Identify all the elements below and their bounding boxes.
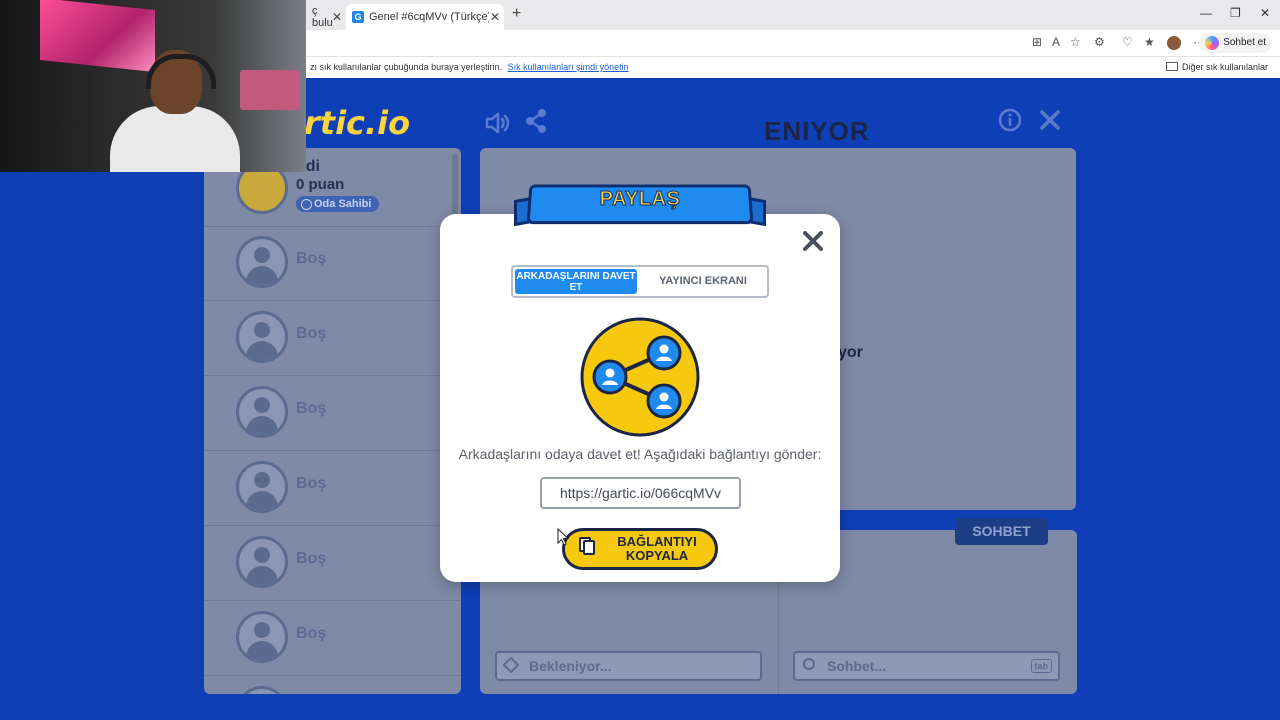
pencil-icon	[502, 656, 520, 674]
player-points: 0 puan	[296, 176, 345, 193]
empty-player-slot	[204, 676, 461, 694]
close-game-icon[interactable]	[1038, 108, 1062, 132]
profile-avatar[interactable]	[1167, 36, 1181, 50]
folder-icon	[1165, 62, 1178, 71]
gartic-logo: rtic.io	[304, 104, 410, 142]
copilot-label: Sohbet et	[1223, 37, 1266, 48]
tab-invite-friends[interactable]: ARKADAŞLARINI DAVET ET	[515, 269, 637, 294]
tab-key-hint: tab	[1030, 659, 1052, 673]
avatar-placeholder-icon	[236, 311, 288, 363]
mouse-cursor-icon	[557, 528, 569, 546]
read-aloud-icon[interactable]: A	[1052, 35, 1060, 49]
extensions-icon[interactable]: ⚙	[1094, 35, 1105, 49]
favorites-hint: zı sık kullanılanlar çubuğunda buraya ye…	[310, 62, 503, 72]
chat-input[interactable]: Sohbet... tab	[793, 651, 1060, 681]
speaker-icon[interactable]	[484, 110, 510, 136]
empty-slot-label: Boş	[296, 325, 327, 342]
close-tab-icon[interactable]: ✕	[332, 10, 342, 24]
favorite-star-icon[interactable]: ☆	[1070, 35, 1081, 49]
close-window-button[interactable]: ✕	[1260, 6, 1270, 20]
favorites-bar-message: zı sık kullanılanlar çubuğunda buraya ye…	[310, 62, 629, 72]
empty-player-slot: Boş	[204, 451, 461, 526]
copy-link-button[interactable]: BAĞLANTIYI KOPYALA	[562, 528, 718, 570]
webcam-overlay	[0, 0, 306, 172]
invite-description: Arkadaşlarını odaya davet et! Aşağıdaki …	[458, 446, 822, 462]
avatar-placeholder-icon	[236, 536, 288, 588]
gartic-favicon-icon: G	[352, 11, 364, 23]
copy-link-label: BAĞLANTIYI KOPYALA	[617, 534, 697, 563]
modal-title: PAYLAŞ	[599, 188, 681, 211]
board-subtitle: yor	[838, 344, 863, 361]
performance-icon[interactable]: ♡	[1122, 35, 1133, 49]
other-favorites-button[interactable]: Diğer sık kullanılanlar	[1165, 62, 1268, 72]
empty-player-slot: Boş	[204, 301, 461, 376]
share-icon[interactable]	[524, 108, 548, 134]
avatar-placeholder-icon	[236, 611, 288, 663]
avatar-placeholder-icon	[236, 461, 288, 513]
tab-streamer-screen[interactable]: YAYINCI EKRANI	[639, 269, 767, 294]
shelf	[240, 70, 300, 110]
tab-label: Genel #6cqMVv (Türkçe) - Gartic.io	[369, 11, 489, 23]
modal-title-ribbon: PAYLAŞ	[514, 178, 766, 236]
browser-tab-active[interactable]: G Genel #6cqMVv (Türkçe) - Gartic.io ✕	[346, 4, 504, 30]
avatar-placeholder-icon	[236, 386, 288, 438]
minimize-button[interactable]: —	[1200, 6, 1212, 20]
copilot-icon	[1205, 36, 1220, 50]
other-favorites-label: Diğer sık kullanılanlar	[1181, 62, 1268, 72]
chat-bubble-icon	[803, 658, 815, 670]
copy-icon	[579, 537, 595, 555]
invite-link-field[interactable]: https://gartic.io/066cqMVv	[540, 477, 741, 509]
browser-tab[interactable]: ç bulu ✕	[306, 4, 346, 30]
empty-slot-label: Boş	[296, 625, 327, 642]
share-friends-icon	[580, 317, 700, 437]
empty-slot-label: Boş	[296, 550, 327, 567]
chat-placeholder: Sohbet...	[827, 658, 887, 674]
logo-text: rtic.io	[304, 104, 411, 142]
close-tab-icon[interactable]: ✕	[490, 10, 500, 24]
chat-tab[interactable]: SOHBET	[955, 518, 1048, 545]
players-panel: udi 0 puan Oda Sahibi Boş Boş Boş Boş Bo…	[204, 148, 461, 694]
new-tab-button[interactable]: +	[512, 5, 521, 23]
avatar-placeholder-icon	[236, 686, 288, 694]
avatar-placeholder-icon	[236, 236, 288, 288]
answer-input[interactable]: Bekleniyor...	[495, 651, 762, 681]
empty-player-slot: Boş	[204, 226, 461, 301]
empty-player-slot: Boş	[204, 376, 461, 451]
streamer	[110, 50, 240, 172]
info-icon[interactable]	[998, 108, 1022, 132]
answer-placeholder: Bekleniyor...	[529, 658, 612, 674]
manage-favorites-link[interactable]: Sık kullanılanları şimdi yönetin	[508, 62, 629, 72]
empty-player-slot: Boş	[204, 526, 461, 601]
empty-slot-label: Boş	[296, 400, 327, 417]
board-title: ENIYOR	[764, 116, 870, 146]
maximize-button[interactable]: ❐	[1230, 6, 1241, 20]
empty-slot-label: Boş	[296, 475, 327, 492]
app-available-icon[interactable]: ⊞	[1032, 35, 1042, 49]
empty-player-slot: Boş	[204, 601, 461, 676]
copilot-chat-button[interactable]: Sohbet et	[1199, 33, 1272, 53]
share-mode-tabs: ARKADAŞLARINI DAVET ET YAYINCI EKRANI	[511, 265, 769, 298]
close-modal-icon[interactable]	[802, 230, 824, 252]
room-owner-badge: Oda Sahibi	[296, 196, 380, 212]
favorites-icon[interactable]: ★	[1144, 35, 1155, 49]
empty-slot-label: Boş	[296, 250, 327, 267]
